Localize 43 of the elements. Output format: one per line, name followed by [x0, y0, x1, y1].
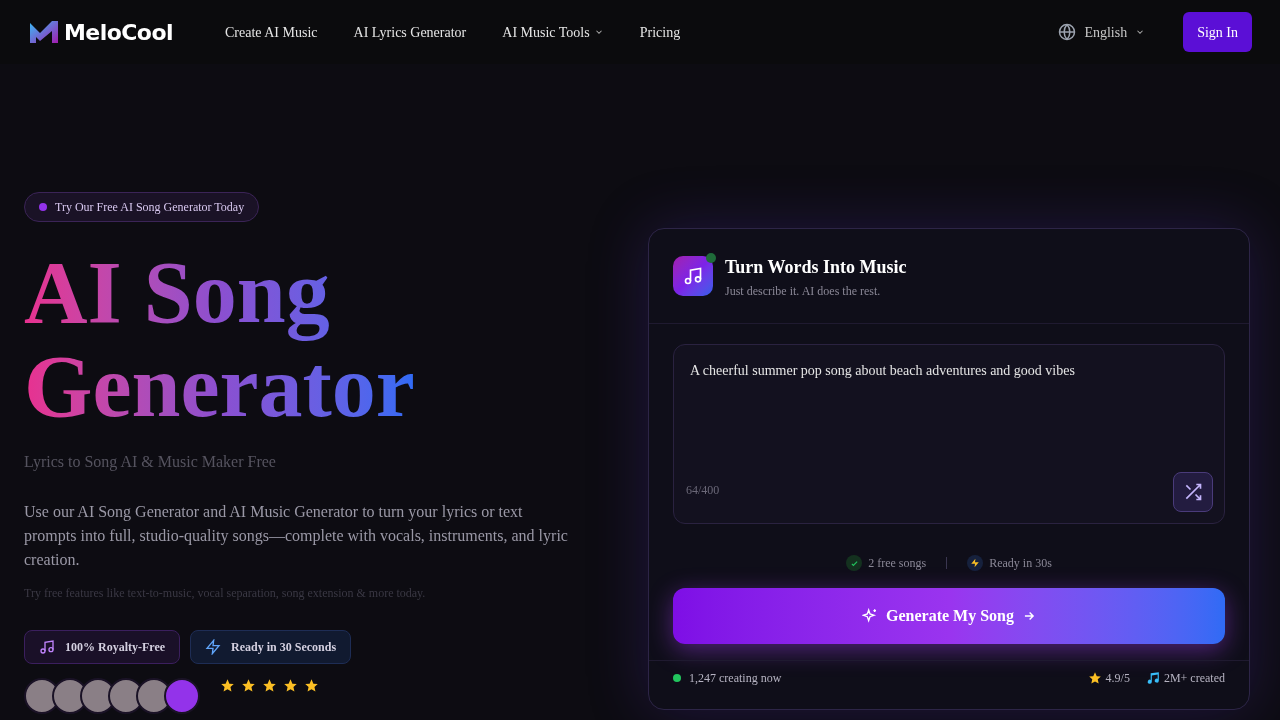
character-counter: 64/400 — [686, 482, 720, 499]
nav-link[interactable]: Create AI Music — [225, 21, 318, 43]
star-icon — [262, 678, 277, 693]
lightning-icon — [967, 555, 984, 571]
star-icon — [304, 678, 319, 693]
star-icon — [241, 678, 256, 693]
avatar — [164, 678, 200, 714]
sign-in-button[interactable]: Sign In — [1183, 12, 1252, 52]
prompt-field[interactable]: A cheerful summer pop song about beach adventures and good vibes 64/400 — [673, 344, 1225, 524]
card-subtitle: Just describe it. AI does the rest. — [725, 283, 882, 300]
lightning-icon — [205, 639, 222, 655]
badge-text: Try Our Free AI Song Generator Today — [55, 199, 245, 216]
rating-text: 4.9/5 — [1105, 669, 1130, 687]
logo-text: MeloCool — [64, 18, 173, 47]
logo-icon — [28, 19, 60, 45]
hero-description: Use our AI Song Generator and AI Music Generator to turn your lyrics or text prompts into full, studio-quality songs—complete with vocals, instruments, and lyric creation. — [24, 502, 569, 570]
nav-link[interactable]: AI Music Tools — [502, 21, 604, 43]
check-icon — [846, 555, 863, 571]
feature-chip: 100% Royalty-Free — [24, 630, 181, 664]
globe-icon — [1058, 23, 1077, 41]
arrow-right-icon — [1022, 609, 1036, 623]
prompt-input[interactable]: A cheerful summer pop song about beach adventures and good vibes — [674, 345, 1224, 465]
sparkle-icon — [862, 608, 878, 624]
music-app-icon — [673, 256, 713, 296]
perk-text: Ready in 30s — [989, 555, 1052, 572]
live-count: 1,247 creating now — [689, 669, 782, 687]
language-selector[interactable]: English — [1084, 21, 1146, 43]
star-icon — [220, 678, 235, 693]
card-title: Turn Words Into Music — [725, 256, 907, 278]
perk-text: 2 free songs — [868, 555, 927, 572]
logo[interactable]: MeloCool — [28, 15, 183, 49]
generate-button[interactable]: Generate My Song — [673, 588, 1225, 644]
shuffle-icon — [1183, 482, 1203, 502]
created-count: 2M+ created — [1163, 669, 1225, 687]
hero-subtitle: Lyrics to Song AI & Music Maker Free — [24, 452, 277, 473]
nav-link[interactable]: AI Lyrics Generator — [353, 21, 467, 43]
music-note-icon — [39, 639, 55, 655]
shuffle-button[interactable] — [1173, 472, 1213, 512]
star-icon — [283, 678, 298, 693]
feature-chip: Ready in 30 Seconds — [190, 630, 352, 664]
star-icon — [1087, 670, 1102, 685]
music-note-icon — [1145, 670, 1160, 685]
nav-link[interactable]: Pricing — [639, 21, 681, 43]
